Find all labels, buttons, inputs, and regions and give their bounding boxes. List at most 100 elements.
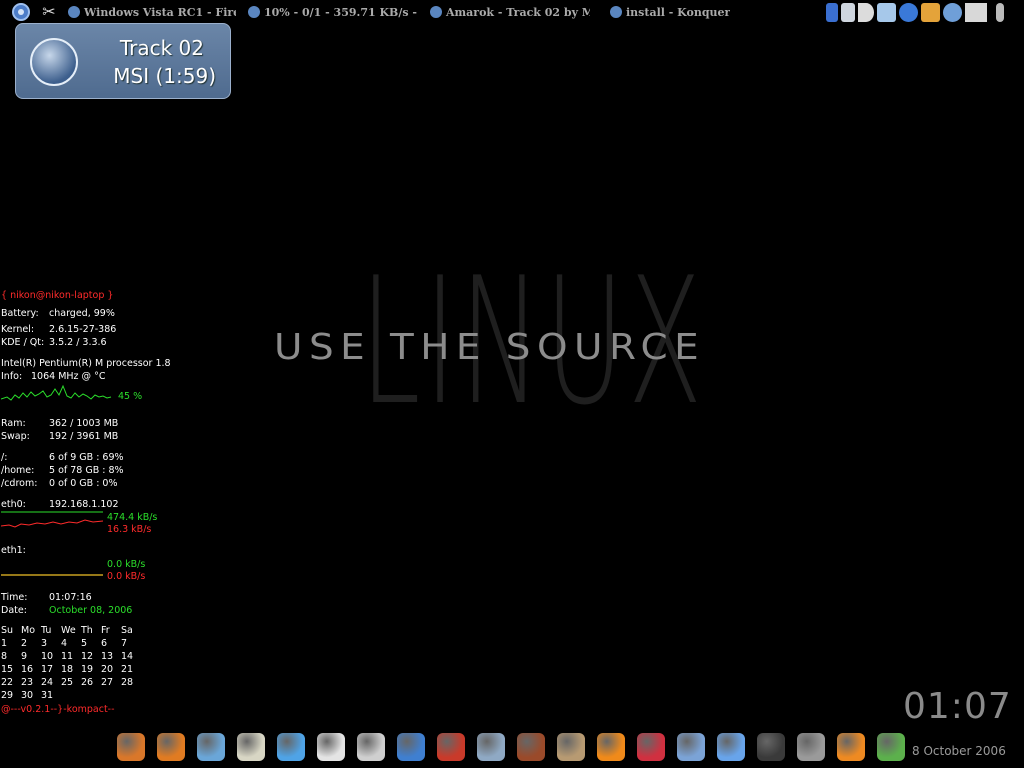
downloader-glyph [877,733,905,761]
calendar-day: 27 [101,677,114,688]
dock-easytag-icon[interactable] [712,729,750,765]
dock-inkscape-icon[interactable] [752,729,790,765]
calendar-week: 29 30 31 [1,690,141,703]
dock-thunderbird-icon[interactable] [112,729,150,765]
taskbar-task[interactable]: Windows Vista RC1 - Firefox [68,4,236,20]
dock-amarok-icon[interactable] [672,729,710,765]
cpu-graph [1,384,112,401]
cpu-info-row: Info: 1064 MHz @ °C [1,371,106,382]
calendar-day: 13 [101,651,114,662]
dock-messenger-icon[interactable] [312,729,350,765]
dock-gimp-icon[interactable] [552,729,590,765]
fs-root-row: /: 6 of 9 GB : 69% [1,452,124,463]
calendar-day: 18 [61,664,74,675]
cpu-model: Intel(R) Pentium(R) M processor 1.8 [1,358,171,369]
ram-row: Ram: 362 / 1003 MB [1,418,119,429]
folder-icon[interactable] [921,3,940,22]
calendar-weekday: Su [1,625,14,636]
calendar-weekday: Th [81,625,93,636]
wallpaper-tagline: USE THE SOURCE [274,327,706,368]
disk-icon[interactable] [996,3,1004,22]
calendar-day: 8 [1,651,8,662]
taskbar-task[interactable]: 10% - 0/1 - 359.71 KB/s - Dow [248,4,420,20]
dock-kopete-icon[interactable] [272,729,310,765]
task-label: Windows Vista RC1 - Firefox [84,5,236,19]
eth0-down: 474.4 kB/s [107,512,158,523]
eth0-graph [1,511,104,528]
amarok-wolf-icon [30,38,78,86]
kmail-glyph [437,733,465,761]
task-app-icon [430,6,442,18]
kate-glyph [197,733,225,761]
calendar-day: 24 [41,677,54,688]
eth1-up: 0.0 kB/s [107,571,146,582]
desktop-pager-icon[interactable] [965,3,987,22]
time-row: Time: 01:07:16 [1,592,92,603]
dock-media-icon[interactable] [832,729,870,765]
calendar-weekday: Fr [101,625,110,636]
task-app-icon [68,6,80,18]
calendar-day: 26 [81,677,94,688]
dock-vlc-icon[interactable] [592,729,630,765]
kde-row: KDE / Qt: 3.5.2 / 3.3.6 [1,337,107,348]
gimp-glyph [557,733,585,761]
update-icon[interactable] [943,3,962,22]
inkscape-glyph [757,733,785,761]
taskbar-task[interactable]: install - Konqueror [610,4,730,20]
calendar-day: 20 [101,664,114,675]
eth0-up: 16.3 kB/s [107,524,152,535]
battery-row: Battery: charged, 99% [1,308,115,319]
dock-kmail-icon[interactable] [432,729,470,765]
battery-icon[interactable] [826,3,838,22]
calendar-week: 1 2 3 4 5 6 7 [1,638,141,651]
eth1-graph [1,574,103,576]
calendar-day: 6 [101,638,108,649]
dock-konqueror-icon[interactable] [392,729,430,765]
amarok-glyph [677,733,705,761]
volume-icon[interactable] [858,3,874,22]
task-label: Amarok - Track 02 by MSI [446,5,590,19]
dock-video-icon[interactable] [512,729,550,765]
k-menu-icon[interactable] [6,1,36,23]
calendar-day: 23 [21,677,34,688]
tools-icon[interactable]: ✂ [40,3,58,21]
calendar-day: 10 [41,651,54,662]
monitor-header: { nikon@nikon-laptop } [1,290,114,301]
dock-cd-burner-icon[interactable] [632,729,670,765]
swap-row: Swap: 192 / 3961 MB [1,431,119,442]
network-icon[interactable] [899,3,918,22]
eth0-row: eth0: 192.168.1.102 [1,499,119,510]
dock-kate-icon[interactable] [192,729,230,765]
cpu-percent: 45 % [118,391,143,402]
calendar-day: 4 [61,638,68,649]
dock-settings-icon[interactable] [792,729,830,765]
dock-games-icon[interactable] [352,729,390,765]
osd-track-title: Track 02 [119,36,204,60]
video-glyph [517,733,545,761]
thunderbird-glyph [117,733,145,761]
calendar-day: 2 [21,638,28,649]
calendar-day: 9 [21,651,28,662]
dock-downloader-icon[interactable] [872,729,910,765]
calendar-day: 30 [21,690,34,701]
calendar-day: 31 [41,690,54,701]
calendar-day: 14 [121,651,134,662]
calendar-day: 7 [121,638,128,649]
vlc-glyph [597,733,625,761]
fs-cdrom-row: /cdrom: 0 of 0 GB : 0% [1,478,118,489]
taskbar-task[interactable]: Amarok - Track 02 by MSI [430,4,590,20]
dock-kde-control-icon[interactable] [472,729,510,765]
desktop-date: 8 October 2006 [912,744,1006,758]
calendar-day: 12 [81,651,94,662]
calendar-weekday: We [61,625,76,636]
dock-notes-icon[interactable] [232,729,270,765]
dock-firefox-icon[interactable] [152,729,190,765]
games-glyph [357,733,385,761]
easytag-glyph [717,733,745,761]
calendar-day: 15 [1,664,14,675]
calendar-week: 8 9 10 11 12 13 14 [1,651,141,664]
kernel-row: Kernel: 2.6.15-27-386 [1,324,117,335]
calendar-header: Su Mo Tu We Th Fr Sa [1,625,141,638]
magnifier-icon[interactable] [877,3,896,22]
clipboard-icon[interactable] [841,3,855,22]
